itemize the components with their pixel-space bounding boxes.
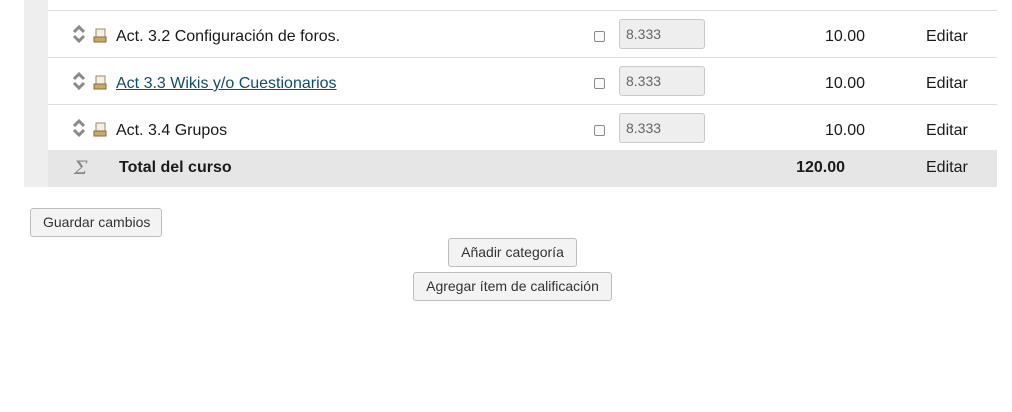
edit-menu[interactable]: Editar bbox=[926, 159, 968, 177]
table-row: Act. 3.2 Configuración de foros. 8.333 1… bbox=[48, 10, 997, 57]
add-grade-item-button[interactable]: Agregar ítem de calificación bbox=[413, 272, 612, 301]
course-total-max: 120.00 bbox=[796, 159, 845, 176]
weight-override-checkbox[interactable] bbox=[594, 78, 605, 89]
edit-menu[interactable]: Editar bbox=[926, 122, 968, 140]
edit-menu[interactable]: Editar bbox=[926, 75, 968, 93]
item-name-link[interactable]: Act 3.3 Wikis y/o Cuestionarios bbox=[116, 75, 337, 93]
item-name: Act. 3.2 Configuración de foros. bbox=[116, 28, 341, 45]
assignment-icon bbox=[93, 28, 107, 43]
table-body: Act. 3.2 Configuración de foros. 8.333 1… bbox=[48, 0, 997, 150]
move-icon[interactable] bbox=[72, 72, 86, 90]
weight-input[interactable]: 8.333 bbox=[619, 19, 705, 49]
weight-override-checkbox[interactable] bbox=[594, 125, 605, 136]
edit-menu[interactable]: Editar bbox=[926, 28, 968, 46]
max-grade: 10.00 bbox=[824, 122, 865, 139]
assignment-icon bbox=[93, 75, 107, 90]
table-row: Act 3.3 Wikis y/o Cuestionarios 8.333 10… bbox=[48, 57, 997, 104]
sigma-icon: Σ bbox=[74, 157, 88, 179]
item-name: Act. 3.4 Grupos bbox=[116, 122, 228, 139]
weight-override-checkbox[interactable] bbox=[594, 31, 605, 42]
table-row: Act. 3.4 Grupos 8.333 10.00 Editar bbox=[48, 104, 997, 151]
move-icon[interactable] bbox=[72, 25, 86, 43]
max-grade: 10.00 bbox=[824, 75, 865, 92]
gradebook-setup-table: Act. 3.2 Configuración de foros. 8.333 1… bbox=[24, 0, 997, 187]
assignment-icon bbox=[93, 122, 107, 137]
max-grade: 10.00 bbox=[824, 28, 865, 45]
course-total-label: Total del curso bbox=[119, 159, 232, 176]
course-total-row: Σ Total del curso 120.00 Editar bbox=[48, 150, 997, 187]
weight-input[interactable]: 8.333 bbox=[619, 66, 705, 96]
weight-input[interactable]: 8.333 bbox=[619, 113, 705, 143]
move-icon[interactable] bbox=[72, 119, 86, 137]
save-changes-button[interactable]: Guardar cambios bbox=[30, 208, 162, 237]
add-category-button[interactable]: Añadir categoría bbox=[448, 238, 577, 267]
